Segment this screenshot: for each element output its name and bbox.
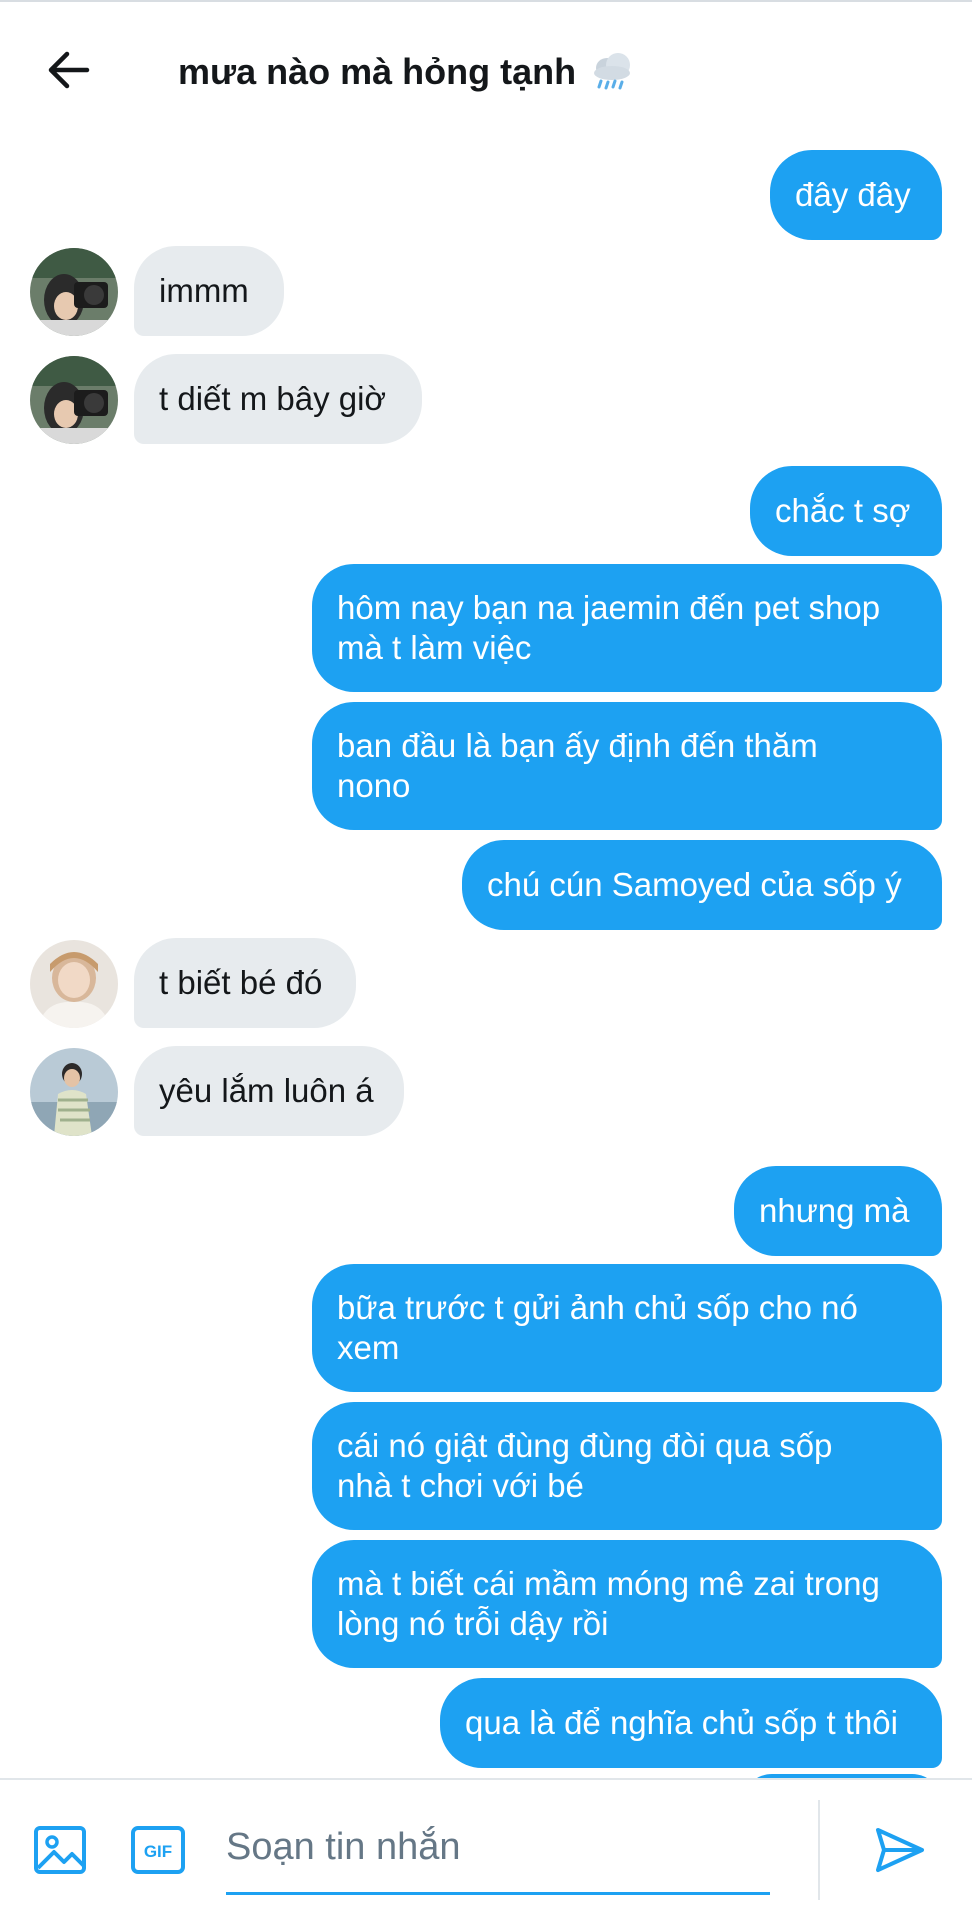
outgoing-message-bubble[interactable]: chắc t sợ [750, 466, 942, 556]
message-row: chú cún Samoyed của sốp ý [0, 840, 972, 930]
message-input-wrapper [226, 1804, 770, 1895]
message-input[interactable] [226, 1804, 770, 1890]
sender-avatar[interactable] [30, 356, 118, 444]
message-row: nhưng mà [0, 1166, 972, 1256]
outgoing-message-bubble[interactable]: ban đầu là bạn ấy định đến thăm nono [312, 702, 942, 830]
message-row: đây đây [0, 150, 972, 240]
message-list[interactable]: đây đây immm t diết m bây giờ chắc t sợ … [0, 138, 972, 1778]
message-row: qua là để nghĩa chủ sốp t thôi [0, 1678, 972, 1768]
outdoor-avatar-image [30, 1048, 118, 1136]
sender-avatar[interactable] [30, 940, 118, 1028]
message-row: chắc t sợ [0, 466, 972, 556]
outgoing-message-bubble[interactable]: mà t biết cái mầm móng mê zai trong lòng… [312, 1540, 942, 1668]
send-icon [876, 1828, 924, 1872]
outgoing-message-bubble[interactable]: nhưng mà [734, 1166, 942, 1256]
camera-avatar-image [30, 356, 118, 444]
message-row: bữa trước t gửi ảnh chủ sốp cho nó xem [0, 1264, 972, 1392]
conversation-title[interactable]: mưa nào mà hỏng tạnh [178, 48, 636, 96]
outgoing-message-bubble[interactable]: bữa trước t gửi ảnh chủ sốp cho nó xem [312, 1264, 942, 1392]
message-row: ban đầu là bạn ấy định đến thăm nono [0, 702, 972, 830]
message-row: hôm nay bạn na jaemin đến pet shop mà t … [0, 564, 972, 692]
input-focus-underline [226, 1892, 770, 1895]
outgoing-message-bubble[interactable]: cái nó giật đùng đùng đòi qua sốp nhà t … [312, 1402, 942, 1530]
arrow-left-icon [48, 51, 90, 89]
gif-icon: GIF [131, 1826, 185, 1874]
message-row: yêu lắm luôn á [0, 1046, 972, 1138]
gif-icon-label: GIF [144, 1842, 172, 1861]
outgoing-message-bubble[interactable]: hôm nay bạn na jaemin đến pet shop mà t … [312, 564, 942, 692]
message-composer: GIF [0, 1778, 972, 1920]
add-image-button[interactable] [32, 1822, 88, 1878]
incoming-message-bubble[interactable]: yêu lắm luôn á [134, 1046, 404, 1136]
message-row [0, 1768, 972, 1778]
conversation-header: mưa nào mà hỏng tạnh [0, 2, 972, 138]
incoming-message-bubble[interactable]: t diết m bây giờ [134, 354, 422, 444]
composer-divider [818, 1800, 820, 1900]
camera-avatar-image [30, 248, 118, 336]
message-row: mà t biết cái mầm móng mê zai trong lòng… [0, 1540, 972, 1668]
sender-avatar[interactable] [30, 1048, 118, 1136]
message-row: t diết m bây giờ [0, 354, 972, 446]
incoming-message-bubble[interactable]: t biết bé đó [134, 938, 356, 1028]
outgoing-message-bubble[interactable]: đây đây [770, 150, 942, 240]
rain-cloud-icon [594, 53, 631, 90]
add-gif-button[interactable]: GIF [130, 1822, 186, 1878]
outgoing-message-bubble[interactable]: chú cún Samoyed của sốp ý [462, 840, 942, 930]
message-row: immm [0, 246, 972, 338]
send-button[interactable] [872, 1822, 928, 1878]
incoming-message-bubble[interactable]: immm [134, 246, 284, 336]
message-row: cái nó giật đùng đùng đòi qua sốp nhà t … [0, 1402, 972, 1530]
conversation-title-text: mưa nào mà hỏng tạnh [178, 51, 577, 92]
message-row: t biết bé đó [0, 938, 972, 1030]
outgoing-message-bubble[interactable]: qua là để nghĩa chủ sốp t thôi [440, 1678, 942, 1768]
sender-avatar[interactable] [30, 248, 118, 336]
back-button[interactable] [38, 40, 98, 100]
image-icon [34, 1826, 86, 1874]
sweater-avatar-image [30, 940, 118, 1028]
